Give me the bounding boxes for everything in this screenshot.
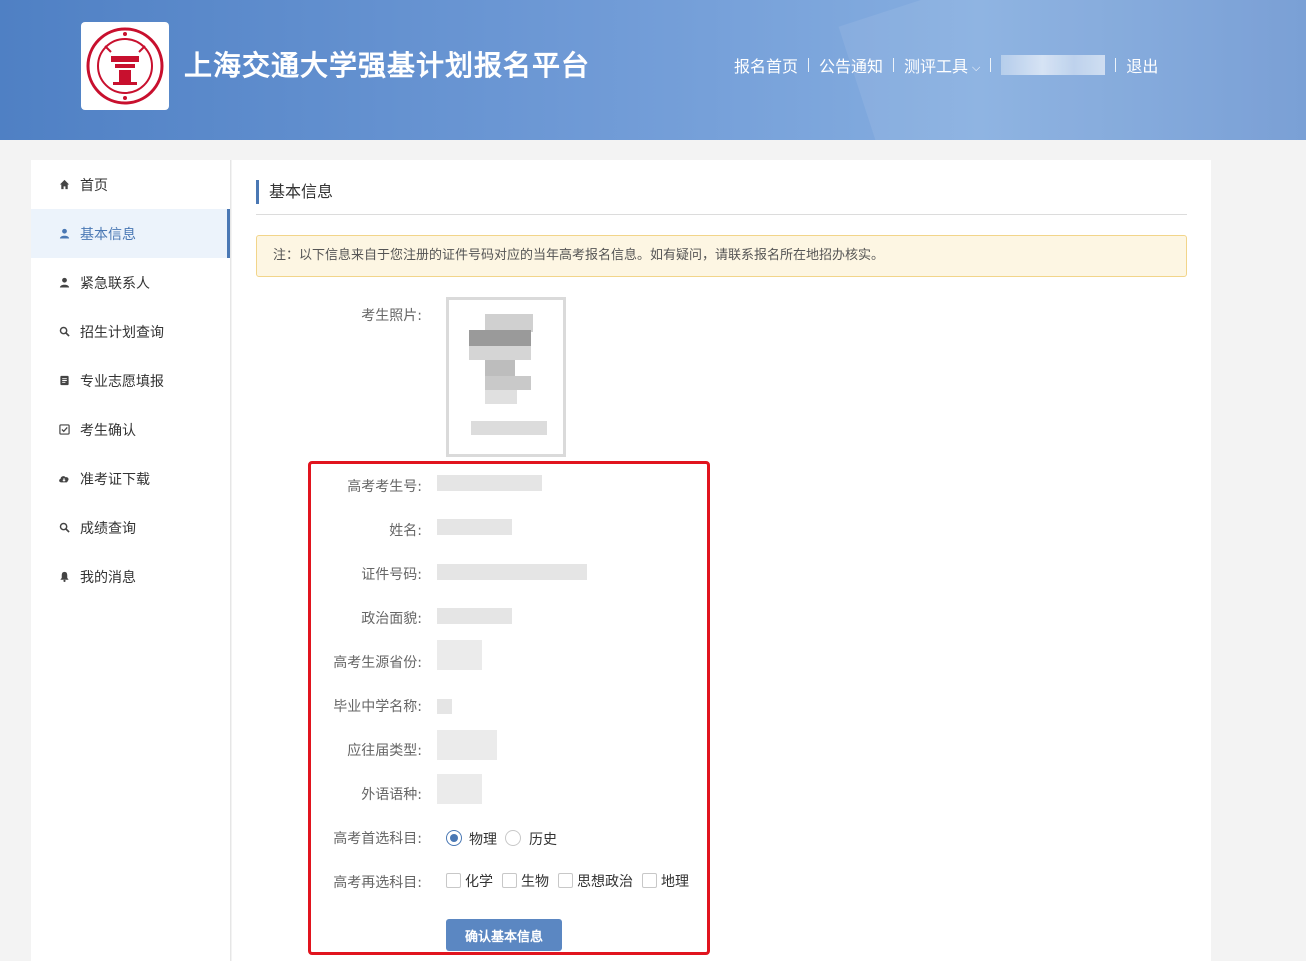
radio-history[interactable] bbox=[505, 830, 521, 846]
nav-logout-link[interactable]: 退出 bbox=[1126, 53, 1158, 77]
sidebar-item-label: 招生计划查询 bbox=[80, 324, 164, 341]
checkbox-biology-label[interactable]: 生物 bbox=[521, 871, 549, 891]
university-logo[interactable] bbox=[81, 22, 169, 110]
checkbox-geography[interactable] bbox=[642, 873, 657, 888]
search-icon bbox=[58, 522, 70, 534]
name-label: 姓名: bbox=[389, 523, 422, 539]
nav-divider bbox=[990, 58, 992, 72]
sidebar-item-label: 基本信息 bbox=[80, 226, 136, 243]
radio-history-label[interactable]: 历史 bbox=[529, 829, 557, 849]
divider bbox=[256, 214, 1187, 215]
second-subject-label: 高考再选科目: bbox=[333, 875, 422, 891]
sidebar-item-home[interactable]: 首页 bbox=[31, 160, 230, 209]
chevron-down-icon: ⌵ bbox=[972, 61, 981, 74]
sidebar-item-label: 紧急联系人 bbox=[80, 275, 150, 292]
home-icon bbox=[58, 179, 70, 191]
sidebar-item-label: 我的消息 bbox=[80, 569, 136, 586]
province-value-redacted bbox=[437, 640, 482, 670]
nav-divider bbox=[893, 58, 895, 72]
sjtu-emblem-icon bbox=[86, 27, 164, 105]
sidebar-item-enrollment-plan[interactable]: 招生计划查询 bbox=[31, 307, 230, 356]
radio-physics[interactable] bbox=[446, 830, 462, 846]
photo-caption-redacted bbox=[471, 421, 547, 435]
sidebar-item-admission-ticket[interactable]: 准考证下载 bbox=[31, 454, 230, 503]
language-value-redacted bbox=[437, 774, 482, 804]
sidebar-item-label: 准考证下载 bbox=[80, 471, 150, 488]
language-label: 外语语种: bbox=[361, 787, 422, 803]
sidebar-item-label: 考生确认 bbox=[80, 422, 136, 439]
nav-tools-label: 测评工具 bbox=[904, 57, 969, 76]
bell-icon bbox=[58, 571, 70, 583]
sidebar-item-major-preference[interactable]: 专业志愿填报 bbox=[31, 356, 230, 405]
photo-redacted bbox=[485, 360, 515, 376]
school-label: 毕业中学名称: bbox=[333, 699, 422, 715]
exam-number-value-redacted bbox=[437, 475, 542, 491]
sidebar-item-messages[interactable]: 我的消息 bbox=[31, 552, 230, 601]
candidate-photo bbox=[446, 297, 566, 457]
cloud-download-icon bbox=[58, 473, 70, 485]
province-label: 高考生源省份: bbox=[333, 655, 422, 671]
id-number-value-redacted bbox=[437, 564, 587, 580]
sidebar-item-basic-info[interactable]: 基本信息 bbox=[31, 209, 230, 258]
political-status-value-redacted bbox=[437, 608, 512, 624]
sidebar: 首页 基本信息 紧急联系人 招生计划查询 专业志愿填报 考生确认 准考证下载 成… bbox=[31, 160, 231, 961]
notice-banner: 注：以下信息来自于您注册的证件号码对应的当年高考报名信息。如有疑问，请联系报名所… bbox=[256, 235, 1187, 277]
graduate-type-value-redacted bbox=[437, 730, 497, 760]
user-icon bbox=[58, 277, 70, 289]
user-icon bbox=[58, 228, 70, 240]
main-panel: 基本信息 注：以下信息来自于您注册的证件号码对应的当年高考报名信息。如有疑问，请… bbox=[232, 160, 1211, 961]
nav-home-link[interactable]: 报名首页 bbox=[734, 53, 798, 77]
nav-divider bbox=[1115, 58, 1117, 72]
sidebar-item-label: 首页 bbox=[80, 177, 108, 194]
first-subject-label: 高考首选科目: bbox=[333, 831, 422, 847]
nav-notice-link[interactable]: 公告通知 bbox=[819, 53, 883, 77]
sidebar-item-label: 成绩查询 bbox=[80, 520, 136, 537]
name-value-redacted bbox=[437, 519, 512, 535]
checkbox-geography-label[interactable]: 地理 bbox=[661, 871, 689, 891]
top-nav: 报名首页 公告通知 测评工具 ⌵ 退出 bbox=[734, 53, 1158, 77]
nav-tools-dropdown[interactable]: 测评工具 ⌵ bbox=[904, 53, 980, 77]
username-redacted[interactable] bbox=[1001, 55, 1106, 75]
site-title: 上海交通大学强基计划报名平台 bbox=[184, 49, 591, 82]
photo-redacted bbox=[469, 346, 531, 360]
sidebar-item-candidate-confirm[interactable]: 考生确认 bbox=[31, 405, 230, 454]
checkbox-politics-label[interactable]: 思想政治 bbox=[577, 871, 633, 891]
photo-redacted bbox=[485, 376, 531, 390]
photo-redacted bbox=[469, 330, 531, 346]
sidebar-item-label: 专业志愿填报 bbox=[80, 373, 164, 390]
checkbox-chemistry[interactable] bbox=[446, 873, 461, 888]
sidebar-item-emergency-contact[interactable]: 紧急联系人 bbox=[31, 258, 230, 307]
search-icon bbox=[58, 326, 70, 338]
checkbox-chemistry-label[interactable]: 化学 bbox=[465, 871, 493, 891]
checkbox-biology[interactable] bbox=[502, 873, 517, 888]
form-icon bbox=[58, 375, 70, 387]
graduate-type-label: 应往届类型: bbox=[347, 743, 422, 759]
checkbox-politics[interactable] bbox=[558, 873, 573, 888]
section-title: 基本信息 bbox=[256, 180, 333, 204]
id-number-label: 证件号码: bbox=[361, 567, 422, 583]
radio-physics-label[interactable]: 物理 bbox=[469, 829, 497, 849]
sidebar-item-score-query[interactable]: 成绩查询 bbox=[31, 503, 230, 552]
photo-label: 考生照片: bbox=[361, 308, 422, 324]
checkbox-icon bbox=[58, 424, 70, 436]
exam-number-label: 高考考生号: bbox=[347, 479, 422, 495]
header: 上海交通大学强基计划报名平台 报名首页 公告通知 测评工具 ⌵ 退出 bbox=[0, 0, 1306, 140]
photo-redacted bbox=[485, 390, 517, 404]
confirm-basic-info-button[interactable]: 确认基本信息 bbox=[446, 919, 562, 951]
political-status-label: 政治面貌: bbox=[361, 611, 422, 627]
school-value-redacted bbox=[437, 699, 452, 714]
nav-divider bbox=[808, 58, 810, 72]
